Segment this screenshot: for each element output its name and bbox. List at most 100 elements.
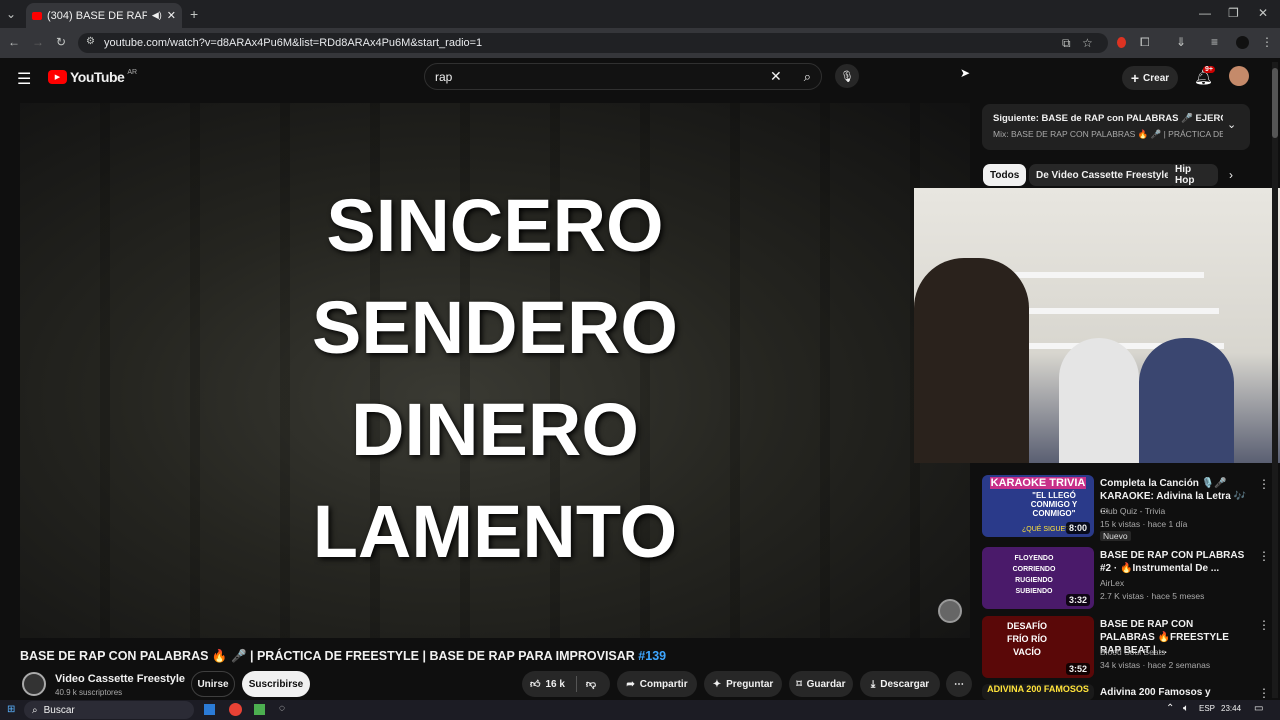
person-left	[914, 258, 1029, 463]
video-thumbnail[interactable]: FLOYENDO CORRIENDO RUGIENDO SUBIENDO 3:3…	[982, 547, 1094, 609]
profile-avatar[interactable]	[1236, 36, 1249, 49]
volume-icon[interactable]: 🔈︎	[1183, 703, 1189, 714]
clear-search-icon[interactable]: ✕	[770, 68, 782, 85]
notification-badge: 9+	[1203, 66, 1215, 73]
channel-watermark[interactable]	[938, 599, 962, 623]
playlist-panel[interactable]: Siguiente: BASE de RAP con PALABRAS 🎤 EJ…	[982, 104, 1250, 150]
search-icon[interactable]: ⌕	[804, 69, 811, 85]
back-icon[interactable]: ←	[8, 35, 20, 49]
like-count[interactable]: 16 k	[545, 679, 564, 690]
more-actions-icon[interactable]: ⋮	[1258, 686, 1270, 700]
bookmark-star-icon[interactable]: ☆	[1082, 36, 1093, 50]
video-hashtag[interactable]: #139	[638, 649, 666, 663]
video-duration: 3:32	[1065, 594, 1090, 606]
ask-button[interactable]: ✦ Preguntar	[704, 671, 782, 697]
tab-close-icon[interactable]: ✕	[167, 9, 176, 22]
download-icon: ⤓	[870, 678, 876, 690]
reload-icon[interactable]: ↻	[56, 35, 66, 49]
search-box[interactable]: rap ✕ ⌕	[424, 63, 822, 90]
shelf	[999, 308, 1219, 314]
chip-all[interactable]: Todos	[983, 164, 1027, 186]
account-avatar[interactable]	[1229, 66, 1249, 86]
video-thumbnail[interactable]: KARAOKE TRIVIA "EL LLEGÓ CONMIGO Y CONMI…	[982, 475, 1094, 537]
tab-list-icon[interactable]: ⌄	[6, 7, 16, 21]
page-scrollbar[interactable]	[1272, 62, 1278, 698]
channel-name[interactable]: AirLex	[1100, 578, 1124, 588]
reading-list-icon[interactable]: ≡	[1211, 35, 1218, 49]
window-close-icon[interactable]: ✕	[1258, 6, 1268, 20]
tray-chevron-icon[interactable]: ⌃	[1166, 703, 1174, 714]
mix-label: Mix: BASE DE RAP CON PALABRAS 🔥 🎤 | PRÁC…	[993, 129, 1223, 139]
channel-name[interactable]: Video Cassette Freestyle	[55, 673, 185, 685]
recommendation-item[interactable]: DESAFÍO FRÍO RÍO VACÍO 3:52 BASE DE RAP …	[982, 616, 1274, 680]
scrollbar-thumb[interactable]	[1272, 68, 1278, 138]
mouse-cursor: ➤	[960, 66, 971, 80]
extensions-puzzle-icon[interactable]: ⧠	[1140, 35, 1150, 50]
bookmark-icon: ⌑	[796, 678, 802, 690]
app-icon[interactable]	[254, 704, 265, 715]
share-button[interactable]: ➦ Compartir	[617, 671, 697, 697]
share-label: Compartir	[639, 678, 688, 690]
notifications-icon[interactable]: ▭	[1254, 703, 1263, 714]
recommendation-item[interactable]: KARAOKE TRIVIA "EL LLEGÓ CONMIGO Y CONMI…	[982, 475, 1274, 541]
taskbar-search[interactable]: ⌕ Buscar	[24, 701, 194, 719]
speaker-icon: ◀)	[151, 10, 162, 20]
like-icon[interactable]: 👍︎	[530, 678, 540, 690]
app-icon[interactable]	[204, 704, 215, 715]
video-player[interactable]: SINCERO SENDERO DINERO LAMENTO	[20, 103, 970, 638]
channel-name[interactable]: Blood Soul Beats	[1100, 647, 1165, 657]
address-bar[interactable]: ⚙ youtube.com/watch?v=d8ARAx4Pu6M&list=R…	[78, 33, 1108, 53]
maximize-icon[interactable]: ❐	[1228, 6, 1239, 20]
recommendation-item[interactable]: ADIVINA 200 FAMOSOS Adivina 200 Famosos …	[982, 684, 1274, 700]
channel-avatar[interactable]	[22, 672, 46, 696]
video-title[interactable]: BASE DE RAP CON PLABRAS #2 · 🔥Instrument…	[1100, 549, 1250, 575]
os-taskbar: ⊞ ⌕ Buscar ◌ ⌃ 🔈︎ ESP 23:44 ▭	[0, 700, 1280, 720]
expand-chevron-icon[interactable]: ⌄	[1227, 118, 1236, 131]
app-icon[interactable]: ◌	[279, 703, 285, 714]
dislike-icon[interactable]: 👎︎	[586, 678, 596, 690]
more-actions-icon[interactable]: ⋮	[1258, 477, 1270, 491]
video-thumbnail[interactable]: DESAFÍO FRÍO RÍO VACÍO 3:52	[982, 616, 1094, 678]
subscribe-button[interactable]: Suscribirse	[242, 671, 310, 697]
recommendation-item[interactable]: FLOYENDO CORRIENDO RUGIENDO SUBIENDO 3:3…	[982, 547, 1274, 611]
search-input[interactable]: rap	[435, 70, 770, 84]
minimize-icon[interactable]: —	[1199, 6, 1211, 20]
video-title[interactable]: Adivina 200 Famosos y	[1100, 686, 1250, 699]
hamburger-menu-icon[interactable]: ☰	[17, 69, 31, 89]
save-button[interactable]: ⌑ Guardar	[789, 671, 853, 697]
thumbnail-extra: ¿QUÉ SIGUE?	[1022, 526, 1070, 533]
more-actions-icon[interactable]: ⋮	[1258, 549, 1270, 563]
download-label: Descargar	[880, 678, 930, 690]
url-text: youtube.com/watch?v=d8ARAx4Pu6M&list=RDd…	[104, 37, 483, 49]
video-thumbnail[interactable]: ADIVINA 200 FAMOSOS	[982, 684, 1094, 700]
install-icon[interactable]: ⧉	[1062, 36, 1071, 51]
language-indicator[interactable]: ESP	[1199, 704, 1215, 713]
chips-next-icon[interactable]: ›	[1229, 168, 1233, 182]
youtube-logo[interactable]: ▶ YouTube AR	[48, 69, 137, 85]
downloads-icon[interactable]: ⇓	[1176, 35, 1186, 49]
more-actions-icon[interactable]: ⋮	[1258, 618, 1270, 632]
microphone-icon[interactable]: 🎙︎	[835, 64, 859, 88]
like-dislike-group: 👍︎ 16 k 👎︎	[522, 671, 610, 697]
browser-tab[interactable]: (304) BASE DE RAP CON PA ◀) ✕	[26, 3, 182, 28]
search-icon: ⌕	[32, 704, 38, 716]
chip-hiphop[interactable]: Hip Hop	[1168, 164, 1218, 186]
create-label: Crear	[1143, 72, 1170, 84]
new-tab-icon[interactable]: +	[190, 6, 198, 22]
clock[interactable]: 23:44	[1221, 704, 1241, 713]
chrome-icon[interactable]	[229, 703, 242, 716]
video-duration: 8:00	[1065, 522, 1090, 534]
browser-menu-icon[interactable]: ⋮	[1261, 35, 1273, 49]
chip-channel[interactable]: De Video Cassette Freestyle	[1029, 164, 1177, 186]
join-button[interactable]: Unirse	[191, 671, 235, 697]
download-button[interactable]: ⤓ Descargar	[860, 671, 940, 697]
channel-name[interactable]: Club Quiz - Trivia	[1100, 506, 1165, 516]
extension-icon[interactable]	[1117, 37, 1126, 48]
more-button[interactable]: ⋯	[946, 671, 972, 697]
create-button[interactable]: + Crear	[1122, 66, 1178, 90]
webcam-overlay	[914, 188, 1280, 463]
lyric-word-2: SENDERO	[312, 286, 678, 369]
windows-start-icon[interactable]: ⊞	[7, 704, 15, 715]
forward-icon[interactable]: →	[32, 35, 44, 49]
site-info-icon[interactable]: ⚙	[86, 36, 95, 47]
